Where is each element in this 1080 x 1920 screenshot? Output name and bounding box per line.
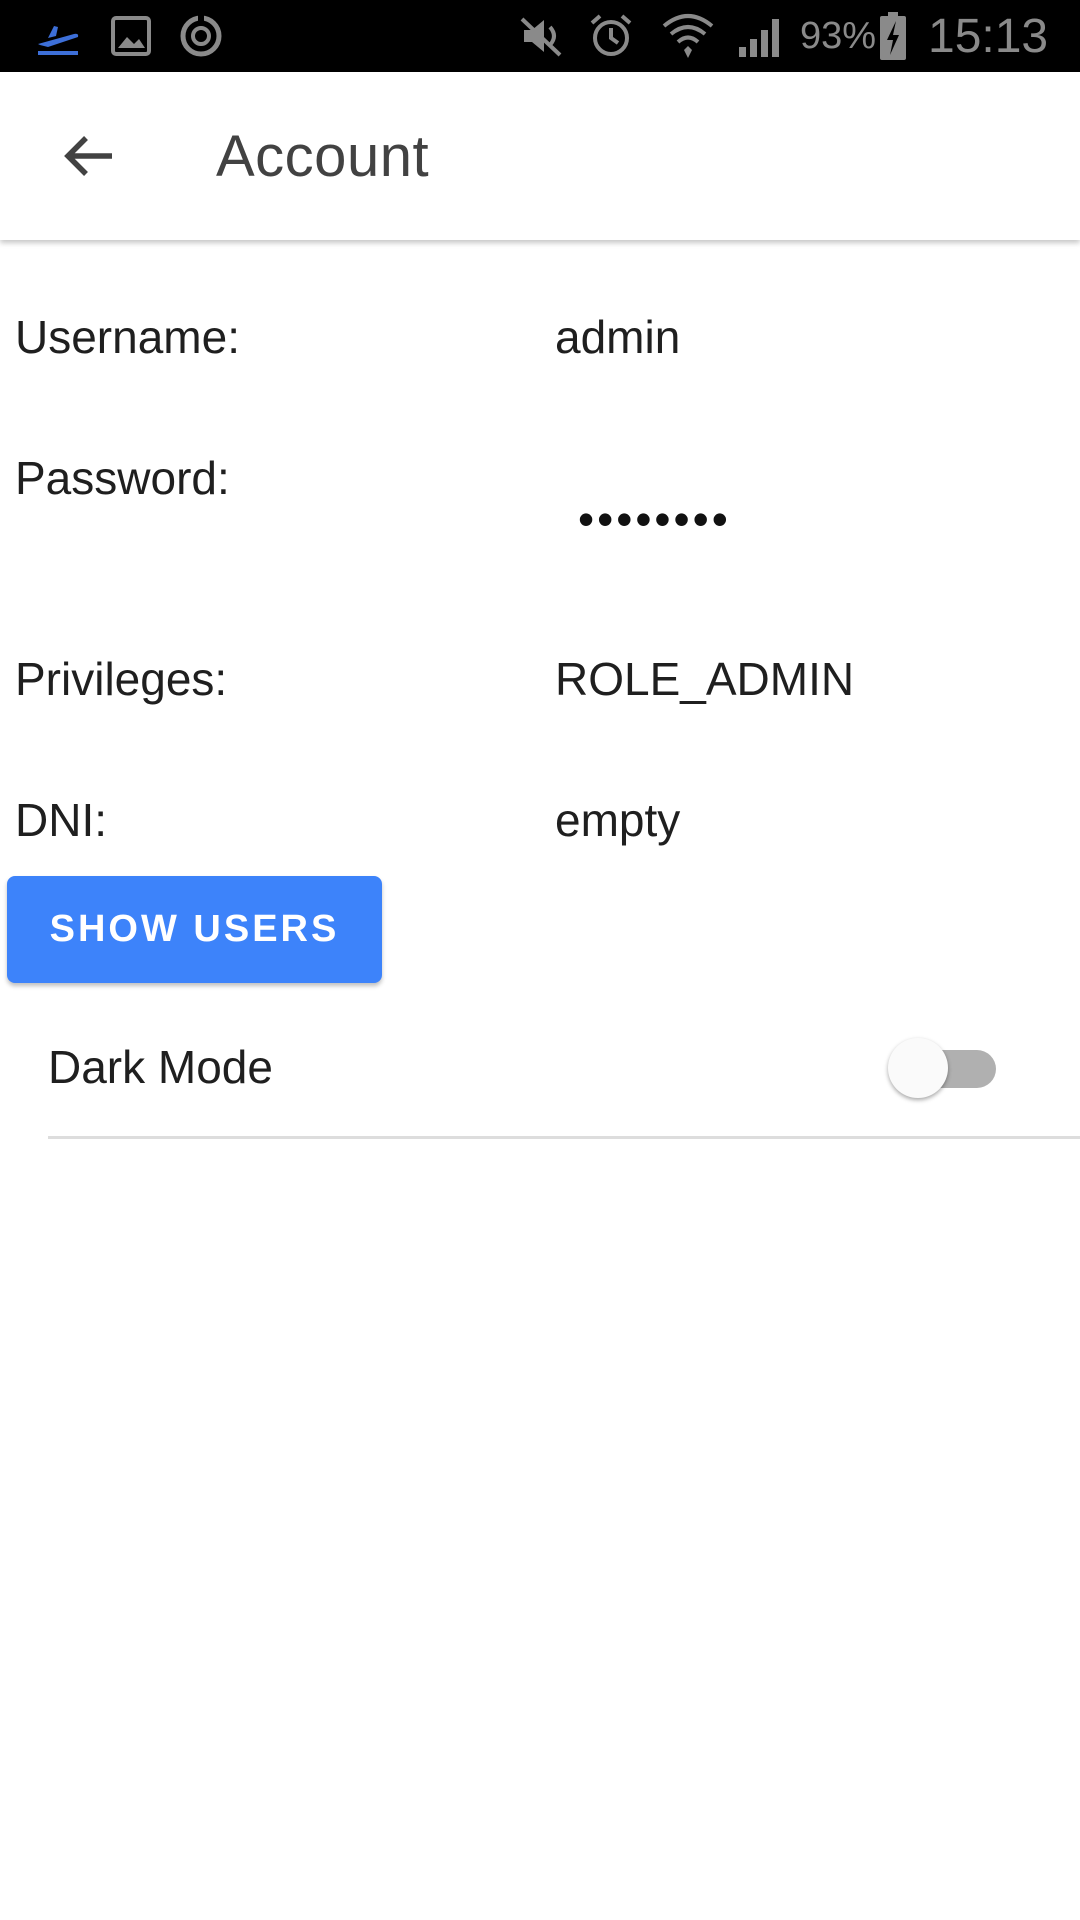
image-icon [106, 0, 156, 72]
app-bar: Account [0, 72, 1080, 240]
airplane-departure-icon [30, 0, 86, 72]
status-bar: 93% 15:13 [0, 0, 1080, 72]
show-users-button[interactable]: SHOW USERS [7, 876, 382, 983]
cell-signal-icon [735, 0, 787, 72]
alarm-icon [585, 0, 637, 72]
password-label: Password: [15, 452, 230, 504]
toggle-thumb [888, 1038, 948, 1098]
muted-speaker-icon [515, 0, 567, 72]
battery-percent: 93% [800, 14, 877, 57]
password-value: •••••••• [578, 493, 731, 545]
privileges-label: Privileges: [15, 653, 228, 705]
divider [48, 1136, 1080, 1139]
dark-mode-toggle[interactable] [888, 1038, 998, 1098]
privileges-value: ROLE_ADMIN [555, 653, 855, 705]
status-time: 15:13 [928, 9, 1049, 63]
sync-icon [175, 0, 227, 72]
dni-label: DNI: [15, 794, 107, 846]
username-label: Username: [15, 311, 240, 363]
wifi-icon [660, 0, 716, 72]
dni-value: empty [555, 794, 681, 846]
username-value: admin [555, 311, 681, 363]
arrow-back-icon [64, 136, 112, 176]
battery-charging-icon [876, 0, 910, 72]
page-title: Account [216, 123, 430, 189]
back-button[interactable] [40, 108, 136, 204]
dark-mode-label: Dark Mode [48, 1041, 273, 1093]
